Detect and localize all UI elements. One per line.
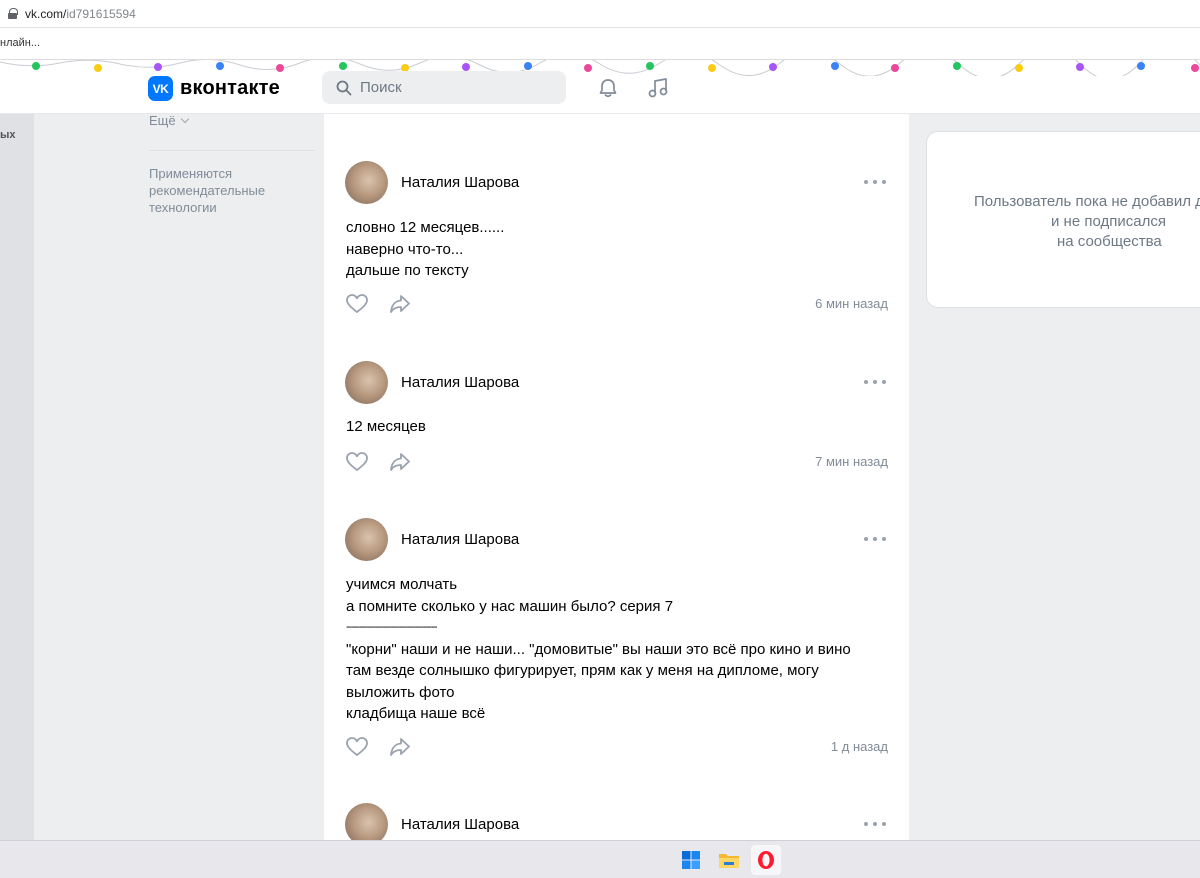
post-text-line: выложить фото xyxy=(346,683,455,701)
post-text-line: наверно что-то... xyxy=(346,240,464,258)
lock-icon xyxy=(8,8,18,19)
share-icon[interactable] xyxy=(388,735,412,759)
vk-logo[interactable]: VK вконтакте xyxy=(148,76,280,101)
post-time[interactable]: 1 д назад xyxy=(831,739,888,754)
bookmark-item[interactable]: нлайн... xyxy=(0,37,40,49)
nav-divider xyxy=(149,150,315,151)
bell-icon[interactable] xyxy=(597,77,619,99)
post-author[interactable]: Наталия Шарова xyxy=(401,174,519,191)
vk-logo-mark: VK xyxy=(148,76,173,101)
opera-logo-icon xyxy=(758,851,774,869)
avatar[interactable] xyxy=(345,161,388,204)
post-text-line: кладбища наше всё xyxy=(346,705,486,722)
post-text: учимся молчать а помните сколько у нас м… xyxy=(346,574,886,725)
empty-message-line: и не подписался xyxy=(1051,213,1166,230)
cut-label: ых xyxy=(0,129,16,141)
heart-icon[interactable] xyxy=(345,450,369,474)
opera-icon[interactable] xyxy=(751,845,781,875)
nav-more-link[interactable]: Ещё xyxy=(149,113,189,128)
post-text-line: словно 12 месяцев...... xyxy=(346,219,505,236)
url-path: id791615594 xyxy=(66,6,136,21)
avatar[interactable] xyxy=(345,361,388,404)
empty-subscriptions-message: Пользователь пока не добавил д и не подп… xyxy=(927,192,1200,252)
heart-icon[interactable] xyxy=(345,735,369,759)
search-input[interactable] xyxy=(360,79,550,96)
more-dots-icon[interactable] xyxy=(864,532,886,546)
post-text-line: там везде солнышко фигурирует, прям как … xyxy=(346,662,819,679)
more-dots-icon[interactable] xyxy=(864,817,886,831)
avatar[interactable] xyxy=(345,803,388,840)
share-icon[interactable] xyxy=(388,450,412,474)
post-text: словно 12 месяцев...... наверно что-то..… xyxy=(346,217,886,282)
heart-icon[interactable] xyxy=(345,292,369,316)
post-text-line: а помните сколько у нас машин было? сери… xyxy=(346,597,674,615)
vk-logo-text: вконтакте xyxy=(180,77,280,99)
avatar[interactable] xyxy=(345,518,388,561)
empty-message-line: Пользователь пока не добавил д xyxy=(974,193,1200,210)
more-dots-icon[interactable] xyxy=(864,175,886,189)
bookmarks-bar: нлайн... xyxy=(0,28,1200,60)
vk-header: VK вконтакте xyxy=(0,60,1200,114)
file-explorer-icon[interactable] xyxy=(714,845,744,875)
post-author[interactable]: Наталия Шарова xyxy=(401,816,519,833)
more-dots-icon[interactable] xyxy=(864,375,886,389)
search-icon xyxy=(336,80,352,95)
post-text-line: "корни" наши и не наши... "домовитые" вы… xyxy=(346,640,851,658)
taskbar xyxy=(0,840,1200,878)
url-host: vk.com/ xyxy=(25,6,67,21)
wall-feed: Наталия Шарова словно 12 месяцев...... н… xyxy=(324,114,909,840)
folder-icon xyxy=(719,854,739,868)
post-author[interactable]: Наталия Шарова xyxy=(401,531,519,548)
left-window-strip xyxy=(0,114,34,840)
chevron-down-icon xyxy=(180,114,189,123)
browser-address-bar[interactable]: vk.com/id791615594 xyxy=(0,0,1200,28)
post-text-line: 12 месяцев xyxy=(346,418,426,435)
post-time[interactable]: 6 мин назад xyxy=(815,296,888,311)
share-icon[interactable] xyxy=(388,292,412,316)
post-text-line: ---------------------------------- xyxy=(346,621,438,633)
empty-message-line: на сообщества xyxy=(1057,233,1162,250)
recommendation-note[interactable]: Применяются рекомендательные технологии xyxy=(149,165,309,216)
music-icon[interactable] xyxy=(647,77,669,99)
post-text-line: дальше по тексту xyxy=(346,262,469,279)
windows-start-icon[interactable] xyxy=(676,845,706,875)
subscriptions-card: Пользователь пока не добавил д и не подп… xyxy=(926,131,1200,308)
post-text: 12 месяцев xyxy=(346,416,886,438)
post-text-line: учимся молчать xyxy=(346,576,458,593)
windows-logo-icon xyxy=(682,851,700,869)
nav-more-label: Ещё xyxy=(149,113,176,128)
post-author[interactable]: Наталия Шарова xyxy=(401,374,519,391)
search-box[interactable] xyxy=(322,71,566,104)
post-time[interactable]: 7 мин назад xyxy=(815,454,888,469)
garland-decoration xyxy=(0,60,1200,76)
